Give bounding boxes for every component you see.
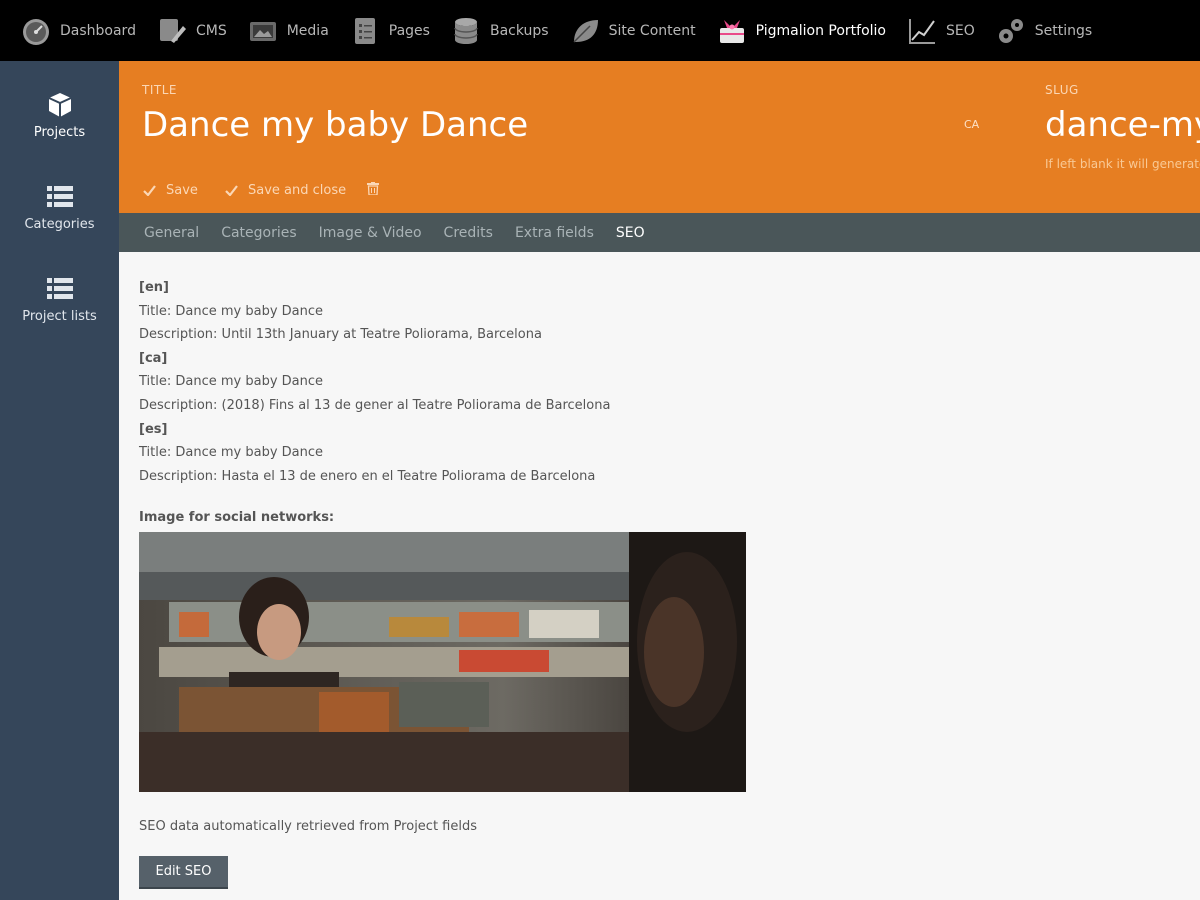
top-navigation: Dashboard CMS Media Pages Backups Site C… [0, 0, 1200, 61]
sidebar: Projects Categories Project lists [0, 61, 119, 900]
seo-lang-en: [en] [139, 280, 169, 295]
seo-title-ca: Title: Dance my baby Dance [139, 374, 324, 390]
nav-label: Pages [388, 22, 430, 39]
portfolio-icon [716, 15, 748, 47]
sidebar-item-label: Project lists [22, 309, 97, 324]
list-icon [46, 278, 73, 299]
tab-bar: General Categories Image & Video Credits… [119, 213, 1200, 252]
nav-settings[interactable]: Settings [975, 0, 1092, 61]
sidebar-item-projects[interactable]: Projects [0, 91, 119, 140]
tab-categories[interactable]: Categories [221, 225, 296, 241]
nav-media[interactable]: Media [227, 0, 329, 61]
social-image-label: Image for social networks: [139, 510, 335, 525]
seo-lang-ca: [ca] [139, 350, 168, 366]
edit-seo-button[interactable]: Edit SEO [139, 856, 228, 889]
list-icon [46, 186, 73, 207]
check-icon [225, 185, 238, 196]
database-icon [450, 15, 482, 47]
nav-label: Backups [489, 22, 549, 39]
seo-description-en: Description: Until 13th January at Teatr… [139, 327, 542, 343]
sidebar-item-label: Projects [33, 125, 86, 140]
seo-description-es: Description: Hasta el 13 de enero en el … [139, 468, 596, 484]
cube-icon [48, 93, 71, 117]
project-header: TITLE Dance my baby Dance CA SLUG dance-… [119, 61, 1200, 213]
nav-label: SEO [946, 22, 975, 39]
nav-label: Site Content [608, 22, 696, 39]
sidebar-item-label: Categories [24, 217, 95, 232]
save-and-close-button[interactable]: Save and close [225, 183, 346, 198]
tab-seo[interactable]: SEO [616, 225, 645, 241]
nav-label: Dashboard [60, 22, 136, 39]
media-icon [247, 15, 279, 47]
tab-image-video[interactable]: Image & Video [319, 225, 422, 241]
seo-description-ca: Description: (2018) Fins al 13 de gener … [139, 397, 611, 413]
cms-icon [156, 15, 188, 47]
nav-seo[interactable]: SEO [886, 0, 975, 61]
sidebar-item-project-lists[interactable]: Project lists [0, 275, 119, 324]
leaf-icon [569, 15, 601, 47]
tab-general[interactable]: General [144, 225, 199, 241]
nav-site-content[interactable]: Site Content [549, 0, 696, 61]
check-icon [143, 185, 156, 196]
speedometer-icon [20, 15, 52, 47]
tab-extra-fields[interactable]: Extra fields [515, 225, 594, 241]
slug-hint: If left blank it will generate [1045, 157, 1200, 171]
nav-pages[interactable]: Pages [329, 0, 430, 61]
nav-dashboard[interactable]: Dashboard [0, 0, 136, 61]
nav-label: CMS [195, 22, 227, 39]
chart-icon [906, 15, 938, 47]
sidebar-item-categories[interactable]: Categories [0, 183, 119, 232]
slug-label: SLUG [1045, 83, 1079, 97]
nav-cms[interactable]: CMS [136, 0, 227, 61]
gears-icon [995, 15, 1027, 47]
nav-label: Pigmalion Portfolio [755, 22, 886, 39]
social-network-image [139, 532, 746, 792]
delete-button[interactable] [367, 182, 389, 195]
trash-icon [367, 182, 379, 195]
title-input[interactable]: Dance my baby Dance [142, 105, 528, 145]
seo-title-es: Title: Dance my baby Dance [139, 445, 324, 461]
save-label: Save [166, 183, 198, 198]
pages-icon [349, 15, 381, 47]
seo-title-en: Title: Dance my baby Dance [139, 303, 324, 319]
language-tag[interactable]: CA [964, 118, 979, 131]
nav-label: Media [286, 22, 329, 39]
tab-credits[interactable]: Credits [444, 225, 493, 241]
slug-input[interactable]: dance-my- [1045, 105, 1200, 145]
seo-auto-note: SEO data automatically retrieved from Pr… [139, 819, 478, 834]
nav-backups[interactable]: Backups [430, 0, 549, 61]
save-button[interactable]: Save [143, 183, 198, 198]
nav-pigmalion-portfolio[interactable]: Pigmalion Portfolio [696, 0, 886, 61]
seo-panel: [en] Title: Dance my baby Dance Descript… [139, 276, 1179, 889]
title-label: TITLE [142, 83, 177, 97]
seo-lang-es: [es] [139, 421, 168, 437]
nav-label: Settings [1034, 22, 1093, 39]
save-and-close-label: Save and close [248, 183, 347, 198]
